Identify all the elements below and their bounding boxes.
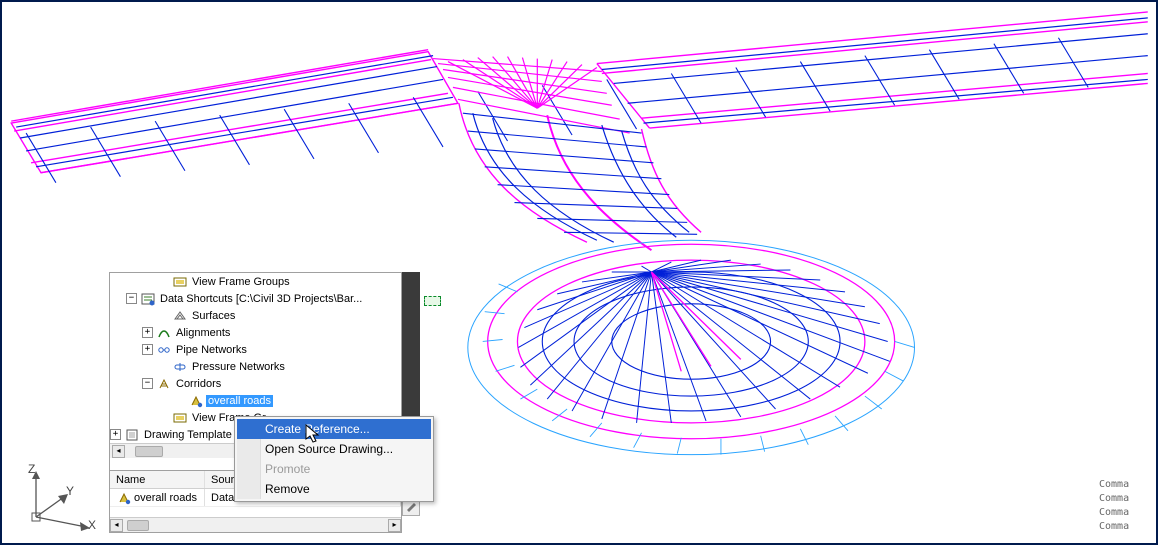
ucs-gizmo[interactable]: Z Y X: [18, 465, 98, 535]
cmd-line: Comma: [1099, 506, 1154, 520]
corridor-item-icon: [116, 490, 131, 505]
datashortcut-icon: [140, 291, 155, 306]
tree-item-label: Data Shortcuts [C:\Civil 3D Projects\Bar…: [158, 293, 364, 305]
scroll-left-icon[interactable]: ◂: [110, 519, 123, 532]
tree-item-corridors[interactable]: − Corridors: [110, 375, 401, 392]
corridor-item-icon: [188, 393, 203, 408]
grid-col-name[interactable]: Name: [110, 471, 205, 488]
tree-item-label: View Frame Groups: [190, 276, 292, 288]
tree-item-label: Pressure Networks: [190, 361, 287, 373]
selection-marker: [424, 296, 441, 306]
menu-item-label: Create Reference...: [265, 422, 370, 436]
tree-item-data-shortcuts[interactable]: − Data Shortcuts [C:\Civil 3D Projects\B…: [110, 290, 401, 307]
menu-create-reference[interactable]: Create Reference...: [237, 419, 431, 439]
templates-icon: [124, 427, 139, 442]
tree-item-view-frame-groups[interactable]: View Frame Groups: [110, 273, 401, 290]
grid-cell-name: overall roads: [110, 489, 205, 506]
corridors-icon: [156, 376, 171, 391]
alignments-icon: [156, 325, 171, 340]
tree-item-label: Corridors: [174, 378, 223, 390]
tree-item-label: overall roads: [206, 395, 273, 407]
grid-cell-name-text: overall roads: [134, 492, 197, 504]
tree-item-label: Alignments: [174, 327, 232, 339]
axis-x-label: X: [88, 519, 96, 531]
menu-item-label: Promote: [265, 462, 310, 476]
pipenet-icon: [156, 342, 171, 357]
scroll-thumb[interactable]: [135, 446, 163, 457]
expand-toggle[interactable]: +: [142, 327, 153, 338]
collapse-toggle[interactable]: −: [126, 293, 137, 304]
menu-item-label: Open Source Drawing...: [265, 442, 393, 456]
cmd-line: Comma: [1099, 492, 1154, 506]
expand-placeholder: [158, 361, 169, 372]
expand-placeholder: [158, 276, 169, 287]
menu-open-source-drawing[interactable]: Open Source Drawing...: [237, 439, 431, 459]
tree-item-alignments[interactable]: + Alignments: [110, 324, 401, 341]
context-menu: Create Reference... Open Source Drawing.…: [234, 416, 434, 502]
tree-item-pipe-networks[interactable]: + Pipe Networks: [110, 341, 401, 358]
menu-remove[interactable]: Remove: [237, 479, 431, 499]
expand-placeholder: [158, 412, 169, 423]
axis-y-label: Y: [66, 485, 74, 497]
expand-toggle[interactable]: +: [142, 344, 153, 355]
command-line-echo: Comma Comma Comma Comma: [1099, 478, 1154, 534]
surfaces-icon: [172, 308, 187, 323]
cmd-line: Comma: [1099, 478, 1154, 492]
tree-item-overall-roads[interactable]: overall roads: [110, 392, 401, 409]
pressurenet-icon: [172, 359, 187, 374]
tree-item-label: Drawing Template: [142, 429, 234, 441]
scroll-left-icon[interactable]: ◂: [112, 445, 125, 458]
menu-promote: Promote: [237, 459, 431, 479]
viewframe-icon: [172, 274, 187, 289]
tree-item-label: Pipe Networks: [174, 344, 249, 356]
cmd-line: Comma: [1099, 520, 1154, 534]
tree-item-label: Surfaces: [190, 310, 237, 322]
expand-placeholder: [158, 310, 169, 321]
menu-item-label: Remove: [265, 482, 310, 496]
tree-item-pressure-networks[interactable]: Pressure Networks: [110, 358, 401, 375]
expand-toggle[interactable]: +: [110, 429, 121, 440]
scroll-thumb[interactable]: [127, 520, 149, 531]
grid-scrollbar[interactable]: ◂ ▸: [110, 517, 401, 532]
tree-item-surfaces[interactable]: Surfaces: [110, 307, 401, 324]
scroll-right-icon[interactable]: ▸: [388, 519, 401, 532]
viewframe-icon: [172, 410, 187, 425]
collapse-toggle[interactable]: −: [142, 378, 153, 389]
axis-z-label: Z: [28, 463, 35, 475]
expand-placeholder: [174, 395, 185, 406]
